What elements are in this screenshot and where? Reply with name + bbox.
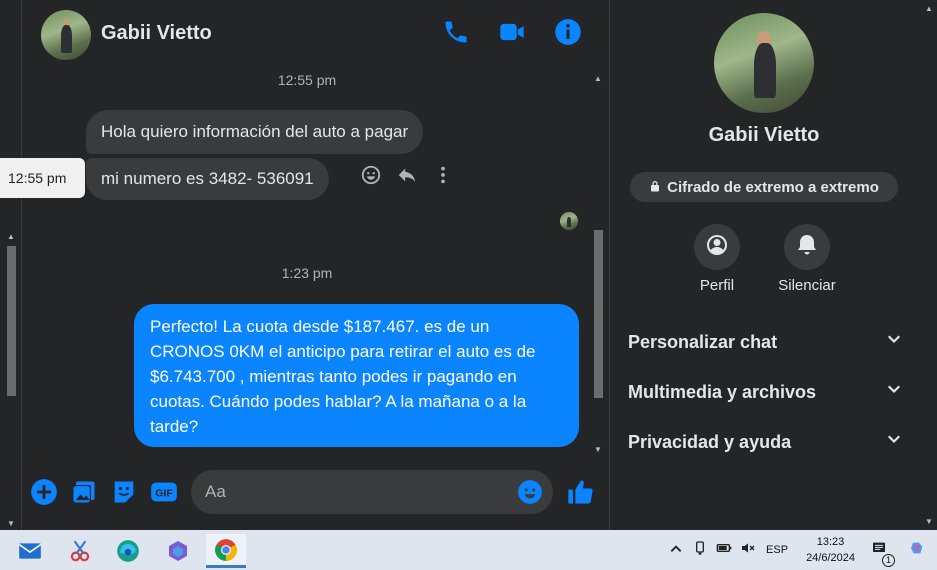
conversation-info-panel: Gabii Vietto Cifrado de extremo a extrem…: [611, 0, 922, 530]
edge-browser-icon[interactable]: [108, 534, 148, 568]
phone-icon[interactable]: [442, 18, 470, 51]
language-indicator[interactable]: ESP: [766, 544, 788, 556]
thumbs-up-icon[interactable]: [566, 478, 594, 506]
incoming-message[interactable]: mi numero es 3482- 536091: [86, 158, 329, 200]
add-plus-icon[interactable]: [30, 478, 58, 506]
profile-button-label: Perfil: [699, 277, 735, 294]
react-emoji-icon[interactable]: [360, 164, 382, 191]
read-receipt-avatar: [560, 212, 578, 230]
copilot-tray-icon[interactable]: [905, 540, 929, 561]
profile-name: Gabii Vietto: [708, 124, 820, 146]
header-actions: [442, 18, 582, 51]
section-label: Privacidad y ayuda: [628, 431, 792, 452]
section-label: Personalizar chat: [628, 331, 778, 352]
svg-text:GIF: GIF: [155, 488, 173, 500]
chevron-down-icon: [885, 431, 903, 454]
gallery-icon[interactable]: [70, 478, 98, 506]
section-privacy-help[interactable]: Privacidad y ayuda: [628, 422, 903, 462]
chrome-browser-icon[interactable]: [206, 534, 246, 568]
encryption-label: Cifrado de extremo a extremo: [667, 178, 879, 196]
chat-scrollbar[interactable]: ▲ ▼: [591, 74, 606, 454]
scroll-up-arrow-icon[interactable]: ▲: [7, 232, 15, 241]
notification-count: 1: [882, 553, 895, 567]
message-input-container: [191, 470, 553, 514]
mute-button-label: Silenciar: [778, 277, 836, 294]
system-tray: ESP 13:23 24/6/2024 1: [664, 530, 929, 570]
left-strip: ▲ ▼: [0, 0, 22, 530]
contact-avatar[interactable]: [41, 10, 91, 60]
encryption-badge[interactable]: Cifrado de extremo a extremo: [630, 172, 898, 202]
right-scrollbar[interactable]: ▲ ▼: [922, 0, 937, 530]
video-call-icon[interactable]: [498, 18, 526, 51]
message-actions: [360, 164, 454, 191]
scroll-thumb[interactable]: [7, 246, 16, 396]
sticker-icon[interactable]: [110, 478, 138, 506]
timestamp: 1:23 pm: [281, 265, 333, 281]
chevron-up-icon[interactable]: [664, 540, 688, 561]
scroll-down-arrow-icon[interactable]: ▼: [925, 517, 933, 526]
reply-icon[interactable]: [396, 164, 418, 191]
emoji-icon[interactable]: [517, 479, 543, 505]
chevron-down-icon: [885, 381, 903, 404]
clock-time: 13:23: [816, 536, 845, 548]
message-input[interactable]: [205, 470, 505, 514]
section-label: Multimedia y archivos: [628, 381, 817, 402]
outgoing-message[interactable]: Perfecto! La cuota desde $187.467. es de…: [134, 304, 579, 447]
messenger-app: ▲ ▼ 12:55 pm Gabii Vietto 12:55 pm Hola …: [0, 0, 937, 570]
info-icon[interactable]: [554, 18, 582, 51]
contact-name[interactable]: Gabii Vietto: [101, 22, 212, 45]
left-scrollbar[interactable]: ▲ ▼: [5, 232, 18, 528]
gif-icon[interactable]: GIF: [150, 478, 178, 506]
chevron-down-icon: [885, 331, 903, 354]
mute-button[interactable]: [784, 224, 830, 270]
snipping-tool-icon[interactable]: [60, 534, 100, 568]
timestamp: 12:55 pm: [277, 72, 337, 88]
lock-icon: [649, 179, 661, 196]
more-options-icon[interactable]: [432, 164, 454, 191]
section-customize-chat[interactable]: Personalizar chat: [628, 322, 903, 362]
scroll-up-arrow-icon[interactable]: ▲: [925, 4, 933, 13]
clock-date: 24/6/2024: [806, 552, 855, 564]
clock[interactable]: 13:23 24/6/2024: [806, 534, 855, 566]
mail-app-icon[interactable]: [10, 534, 50, 568]
copilot-app-icon[interactable]: [158, 534, 198, 568]
chat-panel: Gabii Vietto 12:55 pm Hola quiero inform…: [22, 0, 610, 530]
device-icon[interactable]: [688, 540, 712, 561]
scroll-down-arrow-icon[interactable]: ▼: [7, 519, 15, 528]
scroll-thumb[interactable]: [594, 230, 603, 398]
message-list[interactable]: 12:55 pm Hola quiero información del aut…: [22, 68, 592, 456]
section-media-files[interactable]: Multimedia y archivos: [628, 372, 903, 412]
chat-header: Gabii Vietto: [22, 0, 610, 68]
battery-icon[interactable]: [712, 540, 736, 561]
notification-icon[interactable]: 1: [867, 540, 895, 567]
volume-muted-icon[interactable]: [736, 540, 760, 561]
profile-icon: [705, 233, 729, 262]
incoming-message[interactable]: Hola quiero información del auto a pagar: [86, 110, 424, 154]
windows-taskbar: ESP 13:23 24/6/2024 1: [0, 530, 937, 570]
composer-bar: GIF: [22, 466, 610, 520]
scroll-down-arrow-icon[interactable]: ▼: [594, 445, 602, 454]
profile-button[interactable]: [694, 224, 740, 270]
bell-icon: [795, 233, 819, 262]
profile-avatar[interactable]: [714, 13, 814, 113]
scroll-up-arrow-icon[interactable]: ▲: [594, 74, 602, 83]
time-tooltip: 12:55 pm: [0, 158, 85, 198]
